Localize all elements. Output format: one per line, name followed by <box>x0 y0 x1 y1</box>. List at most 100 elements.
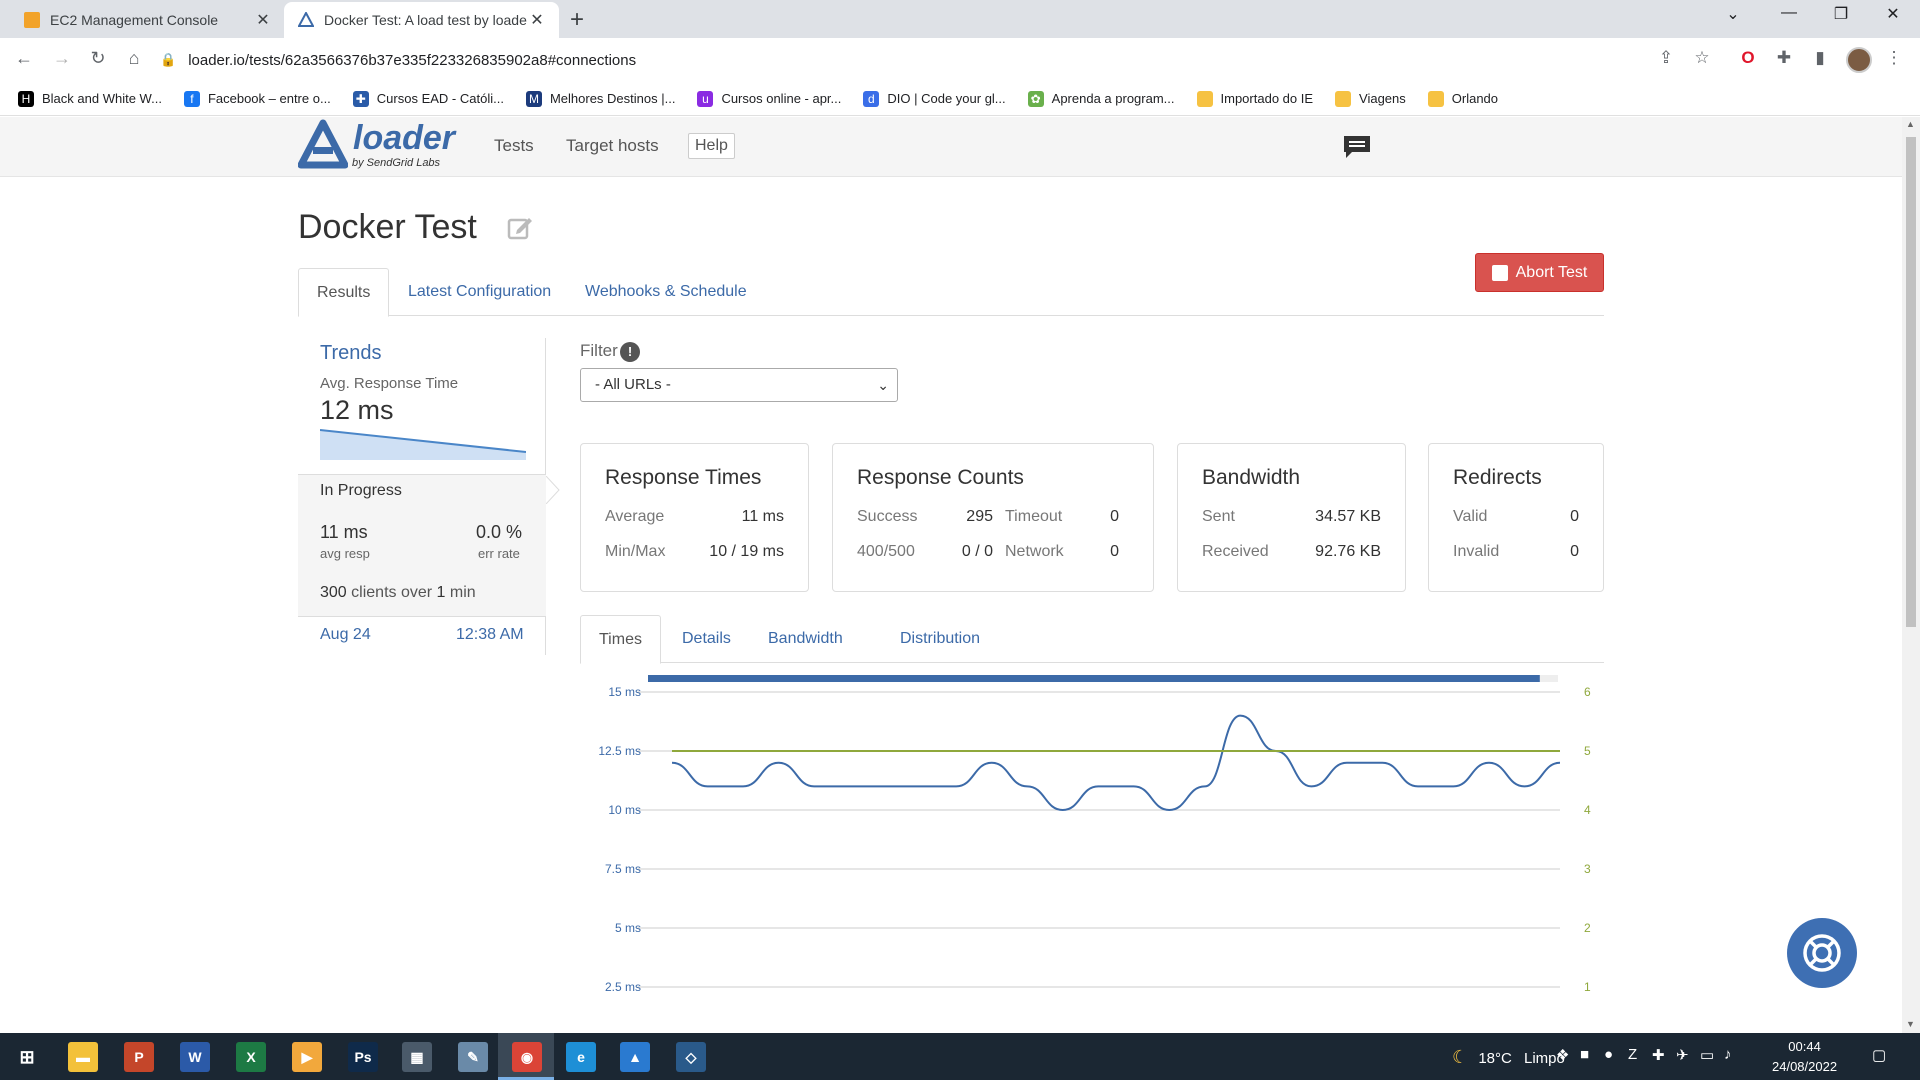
minimize-icon[interactable]: — <box>1766 4 1812 22</box>
mysql-workbench-icon[interactable]: ◇ <box>676 1042 706 1072</box>
vertical-scrollbar[interactable]: ▲ ▼ <box>1902 117 1920 1033</box>
y-right-tick-label: 1 <box>1584 980 1591 994</box>
bookmark-item[interactable]: ✚ Cursos EAD - Católi... <box>352 90 504 107</box>
scrollbar-thumb[interactable] <box>1906 137 1916 627</box>
chrome-icon[interactable]: ◉ <box>512 1042 542 1072</box>
bookmark-item[interactable]: d DIO | Code your gl... <box>863 90 1006 107</box>
scroll-down-icon[interactable]: ▼ <box>1906 1019 1915 1029</box>
test-time[interactable]: 12:38 AM <box>456 626 524 644</box>
logo-text[interactable]: loader <box>353 119 455 158</box>
response-counts-card: Response Counts Success 295 Timeout 0 40… <box>832 443 1154 592</box>
edit-icon[interactable] <box>507 214 533 240</box>
moon-icon: ☾ <box>1452 1047 1469 1067</box>
bookmark-item[interactable]: H Black and White W... <box>18 90 162 107</box>
word-icon[interactable]: W <box>180 1042 210 1072</box>
tab-details[interactable]: Details <box>664 615 749 664</box>
file-explorer-icon[interactable]: ▬ <box>68 1042 98 1072</box>
network-label: Network <box>1005 543 1064 560</box>
reload-icon[interactable]: ↻ <box>86 48 110 69</box>
calculator-icon[interactable]: ▦ <box>402 1042 432 1072</box>
lifebuoy-icon <box>1803 934 1841 972</box>
bookmark-item[interactable]: ✿ Aprenda a program... <box>1027 90 1175 107</box>
notifications-icon[interactable]: ▢ <box>1872 1046 1886 1064</box>
bookmark-item[interactable]: Viagens <box>1335 90 1406 107</box>
tab-results[interactable]: Results <box>298 268 390 317</box>
bookmark-label: Melhores Destinos |... <box>549 91 676 106</box>
start-icon[interactable]: ⊞ <box>12 1042 42 1072</box>
back-icon[interactable]: ← <box>12 48 36 69</box>
zoom-icon[interactable]: Z <box>1628 1046 1637 1063</box>
chat-icon[interactable] <box>1342 134 1372 166</box>
share-icon[interactable]: ⇪ <box>1654 48 1678 68</box>
stop-icon <box>1491 264 1508 281</box>
bookmark-star-icon[interactable]: ☆ <box>1690 48 1714 68</box>
nav-target-hosts[interactable]: Target hosts <box>566 136 659 156</box>
extensions-icon[interactable]: ✚ <box>1772 48 1796 68</box>
bookmark-item[interactable]: M Melhores Destinos |... <box>525 90 676 107</box>
status-label: In Progress <box>320 482 402 499</box>
volume-icon[interactable]: ♪ <box>1724 1046 1732 1063</box>
aws-icon <box>24 12 40 28</box>
network-icon[interactable]: ✈ <box>1676 1046 1689 1064</box>
test-date[interactable]: Aug 24 <box>320 626 371 644</box>
security-icon[interactable]: ● <box>1604 1046 1613 1063</box>
loader-logo-icon[interactable] <box>298 119 348 171</box>
bookmark-label: Aprenda a program... <box>1051 91 1175 106</box>
panel-arrow <box>546 476 560 504</box>
filter-label: Filter <box>580 341 618 360</box>
tab-search-icon[interactable]: ⌄ <box>1710 4 1756 24</box>
powerpoint-icon[interactable]: P <box>124 1042 154 1072</box>
forward-icon[interactable]: → <box>50 48 74 69</box>
scroll-up-icon[interactable]: ▲ <box>1906 119 1915 129</box>
help-button[interactable]: Help <box>688 133 735 159</box>
system-clock[interactable]: 00:44 24/08/2022 <box>1772 1037 1837 1077</box>
browser-tab-ec2[interactable]: EC2 Management Console ✕ <box>10 2 285 38</box>
photoshop-icon[interactable]: Ps <box>348 1042 378 1072</box>
close-icon[interactable]: ✕ <box>255 10 271 30</box>
nav-tests[interactable]: Tests <box>494 136 534 156</box>
close-icon[interactable]: ✕ <box>529 10 545 30</box>
support-button[interactable] <box>1787 918 1857 988</box>
side-panel-icon[interactable]: ▮ <box>1808 48 1832 68</box>
summary-panel: Trends Avg. Response Time 12 ms In Progr… <box>298 338 546 655</box>
office-icon[interactable]: ■ <box>1580 1046 1589 1063</box>
weather-widget[interactable]: ☾ 18°C Limpo <box>1452 1047 1565 1068</box>
edge-icon[interactable]: e <box>566 1042 596 1072</box>
received-label: Received <box>1202 543 1269 560</box>
restore-icon[interactable]: ❐ <box>1818 4 1864 24</box>
bookmark-label: DIO | Code your gl... <box>887 91 1006 106</box>
avatar[interactable] <box>1846 47 1872 73</box>
timeout-value: 0 <box>1110 508 1119 525</box>
dropbox-icon[interactable]: ❖ <box>1556 1046 1569 1064</box>
info-icon[interactable]: ! <box>620 342 640 362</box>
tab-webhooks-schedule[interactable]: Webhooks & Schedule <box>567 268 765 317</box>
bookmark-item[interactable]: Orlando <box>1427 90 1498 107</box>
bookmark-label: Facebook – entre o... <box>207 91 331 106</box>
menu-icon[interactable]: ⋮ <box>1882 48 1906 68</box>
display-icon[interactable]: ▭ <box>1700 1046 1714 1064</box>
bookmark-item[interactable]: u Cursos online - apr... <box>697 90 841 107</box>
page-tabs: Results Latest Configuration Webhooks & … <box>298 268 1604 317</box>
new-tab-button[interactable]: + <box>570 6 584 34</box>
opera-extension-icon[interactable]: O <box>1736 48 1760 68</box>
bookmark-item[interactable]: f Facebook – entre o... <box>183 90 331 107</box>
loader-icon <box>298 12 314 27</box>
browser-tab-loader[interactable]: Docker Test: A load test by loade ✕ <box>284 2 559 38</box>
paint-icon[interactable]: ✎ <box>458 1042 488 1072</box>
abort-test-button[interactable]: Abort Test <box>1475 253 1604 292</box>
defender-icon[interactable]: ✚ <box>1652 1046 1665 1064</box>
home-icon[interactable]: ⌂ <box>122 48 146 69</box>
media-player-icon[interactable]: ▶ <box>292 1042 322 1072</box>
tab-distribution[interactable]: Distribution <box>882 615 998 664</box>
received-value: 92.76 KB <box>1315 543 1381 560</box>
excel-icon[interactable]: X <box>236 1042 266 1072</box>
bookmark-item[interactable]: Importado do IE <box>1196 90 1313 107</box>
tab-bandwidth[interactable]: Bandwidth <box>750 615 861 664</box>
close-window-icon[interactable]: ✕ <box>1870 4 1916 24</box>
photos-icon[interactable]: ▲ <box>620 1042 650 1072</box>
trends-link[interactable]: Trends <box>320 342 382 365</box>
tab-latest-configuration[interactable]: Latest Configuration <box>390 268 569 317</box>
address-bar[interactable]: 🔒 loader.io/tests/62a3566376b37e335f2233… <box>160 42 1700 78</box>
tab-times[interactable]: Times <box>580 615 661 664</box>
url-filter-select[interactable]: - All URLs - ⌄ <box>580 368 898 402</box>
